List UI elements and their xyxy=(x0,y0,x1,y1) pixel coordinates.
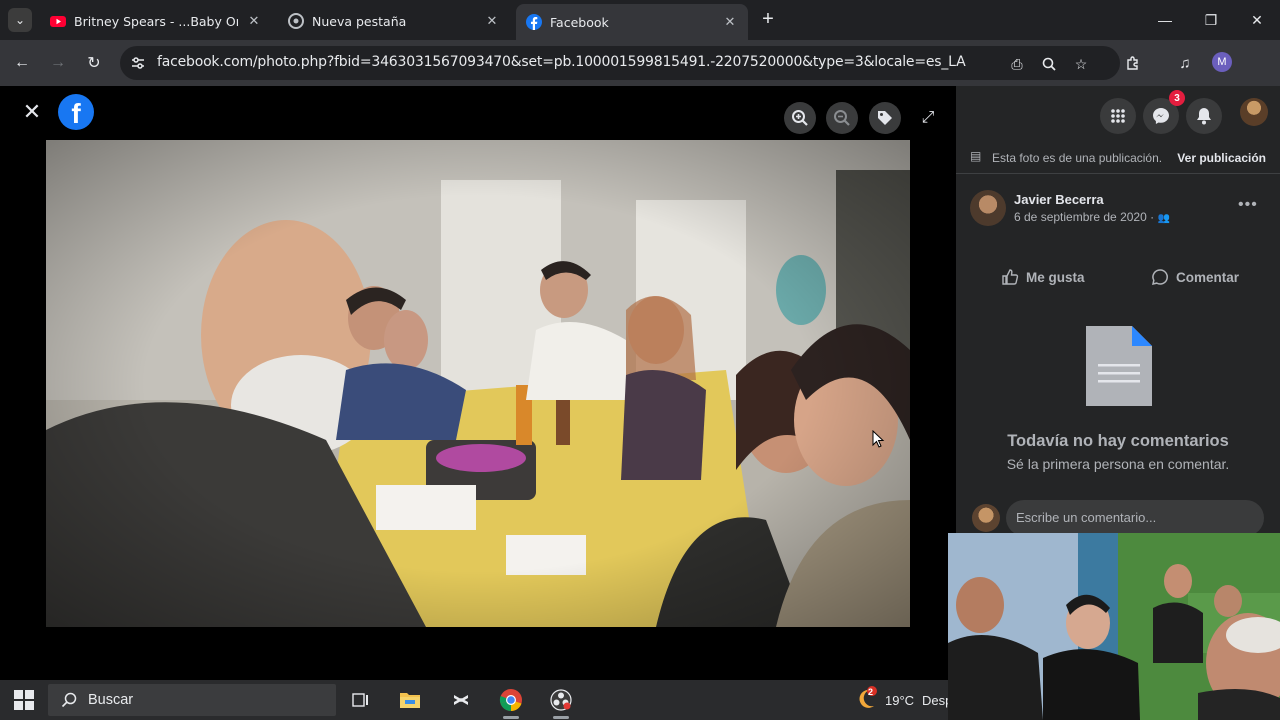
messenger-icon xyxy=(1153,108,1169,124)
forward-button[interactable]: → xyxy=(44,49,72,77)
temperature[interactable]: 19°C xyxy=(885,693,914,708)
tab-facebook[interactable]: Facebook ✕ xyxy=(516,4,748,40)
task-view-icon[interactable] xyxy=(346,686,374,714)
tag-photo-button[interactable] xyxy=(869,102,901,134)
restore-button[interactable]: ❐ xyxy=(1188,0,1234,40)
zoom-icon[interactable] xyxy=(1038,53,1060,75)
taskbar-search[interactable]: Buscar xyxy=(48,684,336,716)
comment-label: Comentar xyxy=(1176,269,1240,285)
active-app-indicator xyxy=(553,716,569,719)
like-label: Me gusta xyxy=(1026,269,1085,285)
no-comments-title: Todavía no hay comentarios xyxy=(1007,432,1229,450)
mouse-cursor-icon xyxy=(872,430,885,448)
url-text[interactable]: facebook.com/photo.php?fbid=346303156709… xyxy=(157,54,966,70)
no-comments-subtitle: Sé la primera persona en comentar. xyxy=(1006,456,1230,472)
obs-icon[interactable] xyxy=(547,686,575,714)
site-settings-icon[interactable] xyxy=(128,53,148,73)
commenter-avatar xyxy=(972,504,1000,532)
tab-search-dropdown[interactable]: ⌄ xyxy=(8,8,32,32)
grid-icon xyxy=(1111,109,1125,123)
weather-moon-icon[interactable] xyxy=(852,686,878,712)
author-name[interactable]: Javier Becerra xyxy=(1014,192,1104,207)
more-options-icon[interactable]: ••• xyxy=(1238,196,1258,214)
friends-audience-icon: 👥 xyxy=(1157,213,1170,224)
search-icon xyxy=(60,691,78,709)
tab-title: Britney Spears - ...Baby One Mo xyxy=(74,13,238,29)
zoom-in-button[interactable] xyxy=(784,102,816,134)
post-photo[interactable] xyxy=(46,140,910,627)
close-viewer-button[interactable]: ✕ xyxy=(20,99,44,124)
tab-close-icon[interactable]: ✕ xyxy=(484,14,500,29)
zoom-out-button[interactable] xyxy=(826,102,858,134)
facebook-icon xyxy=(526,14,542,30)
profile-avatar[interactable]: M xyxy=(1212,52,1232,72)
fullscreen-icon[interactable]: ⤢ xyxy=(916,106,940,130)
file-explorer-icon[interactable] xyxy=(396,686,424,714)
comment-bubble-icon xyxy=(1150,267,1170,287)
windows-start-icon[interactable] xyxy=(14,690,34,710)
chrome-icon xyxy=(288,13,304,29)
post-date[interactable]: 6 de septiembre de 2020 · 👥 xyxy=(1014,210,1170,224)
tab-youtube[interactable]: Britney Spears - ...Baby One Mo ✕ xyxy=(40,6,272,36)
browser-toolbar: ← → ↻ facebook.com/photo.php?fbid=346303… xyxy=(0,40,1280,86)
photo-image xyxy=(46,140,910,627)
like-button[interactable]: Me gusta xyxy=(1000,266,1085,288)
author-avatar[interactable] xyxy=(970,190,1006,226)
close-window-button[interactable]: ✕ xyxy=(1234,0,1280,40)
chrome-taskbar-icon[interactable] xyxy=(497,686,525,714)
facebook-logo[interactable]: f xyxy=(58,94,94,130)
weather-badge: 2 xyxy=(868,687,874,697)
thumbs-up-icon xyxy=(1000,267,1020,287)
comment-button[interactable]: Comentar xyxy=(1150,266,1239,288)
zoom-out-icon xyxy=(834,110,850,126)
empty-document-icon xyxy=(1086,326,1152,406)
weather-text[interactable]: Despejado xyxy=(922,693,948,708)
tab-title: Facebook xyxy=(550,14,609,30)
new-tab-button[interactable]: + xyxy=(756,8,780,32)
post-notice: ▤ Esta foto es de una publicación. Ver p… xyxy=(956,140,1280,174)
zoom-in-icon xyxy=(792,110,808,126)
minimize-button[interactable]: — xyxy=(1142,0,1188,40)
search-label: Buscar xyxy=(88,692,134,708)
view-post-link[interactable]: Ver publicación xyxy=(1177,151,1266,165)
tab-close-icon[interactable]: ✕ xyxy=(722,15,738,30)
extensions-icon[interactable] xyxy=(1121,51,1145,75)
account-avatar[interactable] xyxy=(1240,98,1268,126)
youtube-icon xyxy=(50,16,66,27)
messenger-badge: 3 xyxy=(1169,90,1185,106)
bell-icon xyxy=(1197,108,1211,125)
reload-button[interactable]: ↻ xyxy=(80,49,108,77)
capcut-icon[interactable] xyxy=(447,686,475,714)
tab-close-icon[interactable]: ✕ xyxy=(246,14,262,29)
windows-taskbar: Buscar 2 19°C Despejado xyxy=(0,680,948,720)
post-notice-icon: ▤ xyxy=(970,149,982,163)
bookmark-star-icon[interactable]: ☆ xyxy=(1070,53,1092,75)
address-bar[interactable]: facebook.com/photo.php?fbid=346303156709… xyxy=(120,46,1120,80)
notifications-button[interactable] xyxy=(1186,98,1222,134)
webcam-overlay xyxy=(948,533,1280,720)
tab-strip: ⌄ Britney Spears - ...Baby One Mo ✕ Nuev… xyxy=(0,0,1280,40)
webcam-image xyxy=(948,533,1280,720)
menu-grid-button[interactable] xyxy=(1100,98,1136,134)
tag-icon xyxy=(878,111,892,125)
tab-new-tab[interactable]: Nueva pestaña ✕ xyxy=(278,6,510,36)
active-app-indicator xyxy=(503,716,519,719)
back-button[interactable]: ← xyxy=(8,49,36,77)
photo-viewer: ✕ f ⤢ xyxy=(0,86,956,680)
install-app-icon[interactable]: ⎙ xyxy=(1006,53,1028,75)
media-controls-icon[interactable]: ♫ xyxy=(1173,51,1197,75)
post-notice-text: Esta foto es de una publicación. xyxy=(992,151,1163,165)
comment-input[interactable]: Escribe un comentario... xyxy=(1006,500,1264,536)
tab-title: Nueva pestaña xyxy=(312,13,407,29)
